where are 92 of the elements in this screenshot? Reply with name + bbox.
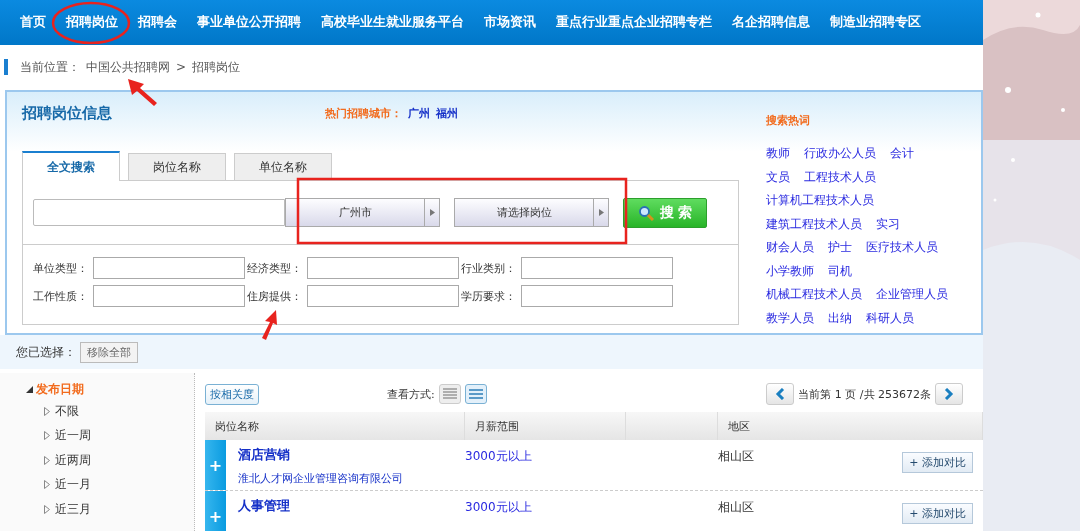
search-tab[interactable]: 全文搜索: [22, 151, 120, 181]
keyword-link[interactable]: 财会人员: [766, 239, 814, 257]
filter-label: 行业类别：: [460, 260, 517, 276]
district-cell: 相山区: [718, 448, 754, 465]
nav-link[interactable]: 招聘会: [128, 14, 187, 31]
filter-field[interactable]: [93, 285, 245, 307]
remove-all-button[interactable]: 移除全部: [80, 341, 138, 363]
keyword-link[interactable]: 会计: [890, 145, 914, 163]
list-icon: [442, 388, 457, 400]
nav-link[interactable]: 高校毕业生就业服务平台: [311, 14, 474, 31]
keyword-link[interactable]: 建筑工程技术人员: [766, 215, 862, 233]
job-title-link[interactable]: 人事管理: [238, 497, 290, 515]
annotation-arrow: [262, 310, 277, 340]
keyword-link[interactable]: 计算机工程技术人员: [766, 192, 874, 210]
selection-label: 您已选择：: [16, 343, 76, 361]
filter-label: 住房提供：: [246, 288, 303, 304]
next-page-button[interactable]: [935, 383, 963, 405]
nav-link[interactable]: 市场资讯: [474, 14, 546, 31]
add-compare-button[interactable]: + 添加对比: [902, 503, 973, 524]
filter-field[interactable]: [521, 285, 673, 307]
company-link[interactable]: 淮北人才网企业管理咨询有限公司: [238, 471, 403, 486]
tree-item[interactable]: 近三月: [26, 497, 194, 522]
nav-link[interactable]: 名企招聘信息: [722, 14, 820, 31]
filter-label: 学历要求：: [460, 288, 517, 304]
chevron-right-icon: [944, 388, 954, 400]
job-title-link[interactable]: 酒店营销: [238, 446, 403, 464]
triangle-icon: [44, 455, 50, 465]
tree-item[interactable]: 近两周: [26, 448, 194, 473]
annotation-arrow: [128, 79, 157, 106]
triangle-icon: [44, 504, 50, 514]
panel-title: 招聘岗位信息: [22, 103, 113, 123]
triangle-icon: [44, 406, 50, 416]
filter-field[interactable]: [307, 257, 459, 279]
add-compare-button[interactable]: + 添加对比: [902, 452, 973, 473]
keyword-link[interactable]: 小学教师: [766, 262, 814, 280]
keyword-link[interactable]: 教师: [766, 145, 790, 163]
keyword-link[interactable]: 司机: [828, 262, 852, 280]
tree-item[interactable]: 近一月: [26, 472, 194, 497]
view-mode-button[interactable]: [438, 384, 461, 404]
filter-label: 经济类型：: [246, 260, 303, 276]
nav-link[interactable]: 招聘岗位: [56, 14, 128, 31]
caret-icon: [429, 209, 435, 216]
tree-item[interactable]: 近一周: [26, 423, 194, 448]
column-header: 月薪范围: [465, 412, 626, 440]
keyword-link[interactable]: 科研人员: [866, 309, 914, 327]
search-icon: [638, 204, 655, 221]
triangle-icon: [44, 480, 50, 490]
view-mode-label: 查看方式:: [387, 386, 435, 402]
keyword-link[interactable]: 企业管理人员: [876, 286, 948, 304]
nav-link[interactable]: 事业单位公开招聘: [187, 14, 311, 31]
keyword-link[interactable]: 行政办公人员: [804, 145, 876, 163]
breadcrumb-label: 当前位置：: [20, 58, 80, 76]
search-tab[interactable]: 岗位名称: [128, 153, 226, 180]
nav-link[interactable]: 重点行业重点企业招聘专栏: [546, 14, 722, 31]
previous-page-button[interactable]: [766, 383, 795, 405]
view-mode-button[interactable]: [464, 384, 487, 404]
caret-icon: [598, 209, 604, 216]
keyword-link[interactable]: 文员: [766, 168, 790, 186]
page-info: 当前第 1 页 /共 253672条: [798, 386, 931, 402]
hot-cities-label: 热门招聘城市：: [325, 105, 402, 121]
district-cell: 相山区: [718, 499, 754, 516]
job-dropdown[interactable]: 请选择岗位: [454, 198, 609, 227]
filter-field[interactable]: [521, 257, 673, 279]
filter-label: 单位类型：: [32, 260, 89, 276]
hot-keywords-title: 搜索热词: [766, 112, 811, 129]
city-link[interactable]: 广州: [408, 105, 430, 121]
salary-cell-text: 3000元以上: [465, 448, 533, 465]
nav-link[interactable]: 制造业招聘专区: [820, 14, 931, 31]
keyword-link[interactable]: 机械工程技术人员: [766, 286, 862, 304]
keyword-link[interactable]: 实习: [876, 215, 900, 233]
salary-cell-text: 3000元以上: [465, 499, 533, 516]
city-dropdown[interactable]: 广州市: [285, 198, 440, 227]
list-icon: [468, 388, 483, 400]
filter-field[interactable]: [93, 257, 245, 279]
keyword-link[interactable]: 教学人员: [766, 309, 814, 327]
sort-button[interactable]: 按相关度: [205, 383, 259, 405]
keyword-link[interactable]: 护士: [828, 239, 852, 257]
keyword-link[interactable]: 医疗技术人员: [866, 239, 938, 257]
filter-field[interactable]: [307, 285, 459, 307]
filter-label: 工作性质：: [32, 288, 89, 304]
keyword-link[interactable]: 工程技术人员: [804, 168, 876, 186]
breadcrumb-separator: >: [176, 60, 187, 74]
nav-link[interactable]: 首页: [10, 14, 56, 31]
search-tab[interactable]: 单位名称: [234, 153, 332, 180]
tree-item[interactable]: 不限: [26, 399, 194, 424]
keyword-link[interactable]: 出纳: [828, 309, 852, 327]
city-link[interactable]: 福州: [436, 105, 458, 121]
chevron-left-icon: [775, 388, 786, 400]
triangle-icon: [44, 431, 50, 441]
breadcrumb-link[interactable]: 中国公共招聘网: [86, 58, 170, 76]
breadcrumb-link[interactable]: 招聘岗位: [192, 58, 241, 76]
search-field[interactable]: [33, 199, 285, 226]
